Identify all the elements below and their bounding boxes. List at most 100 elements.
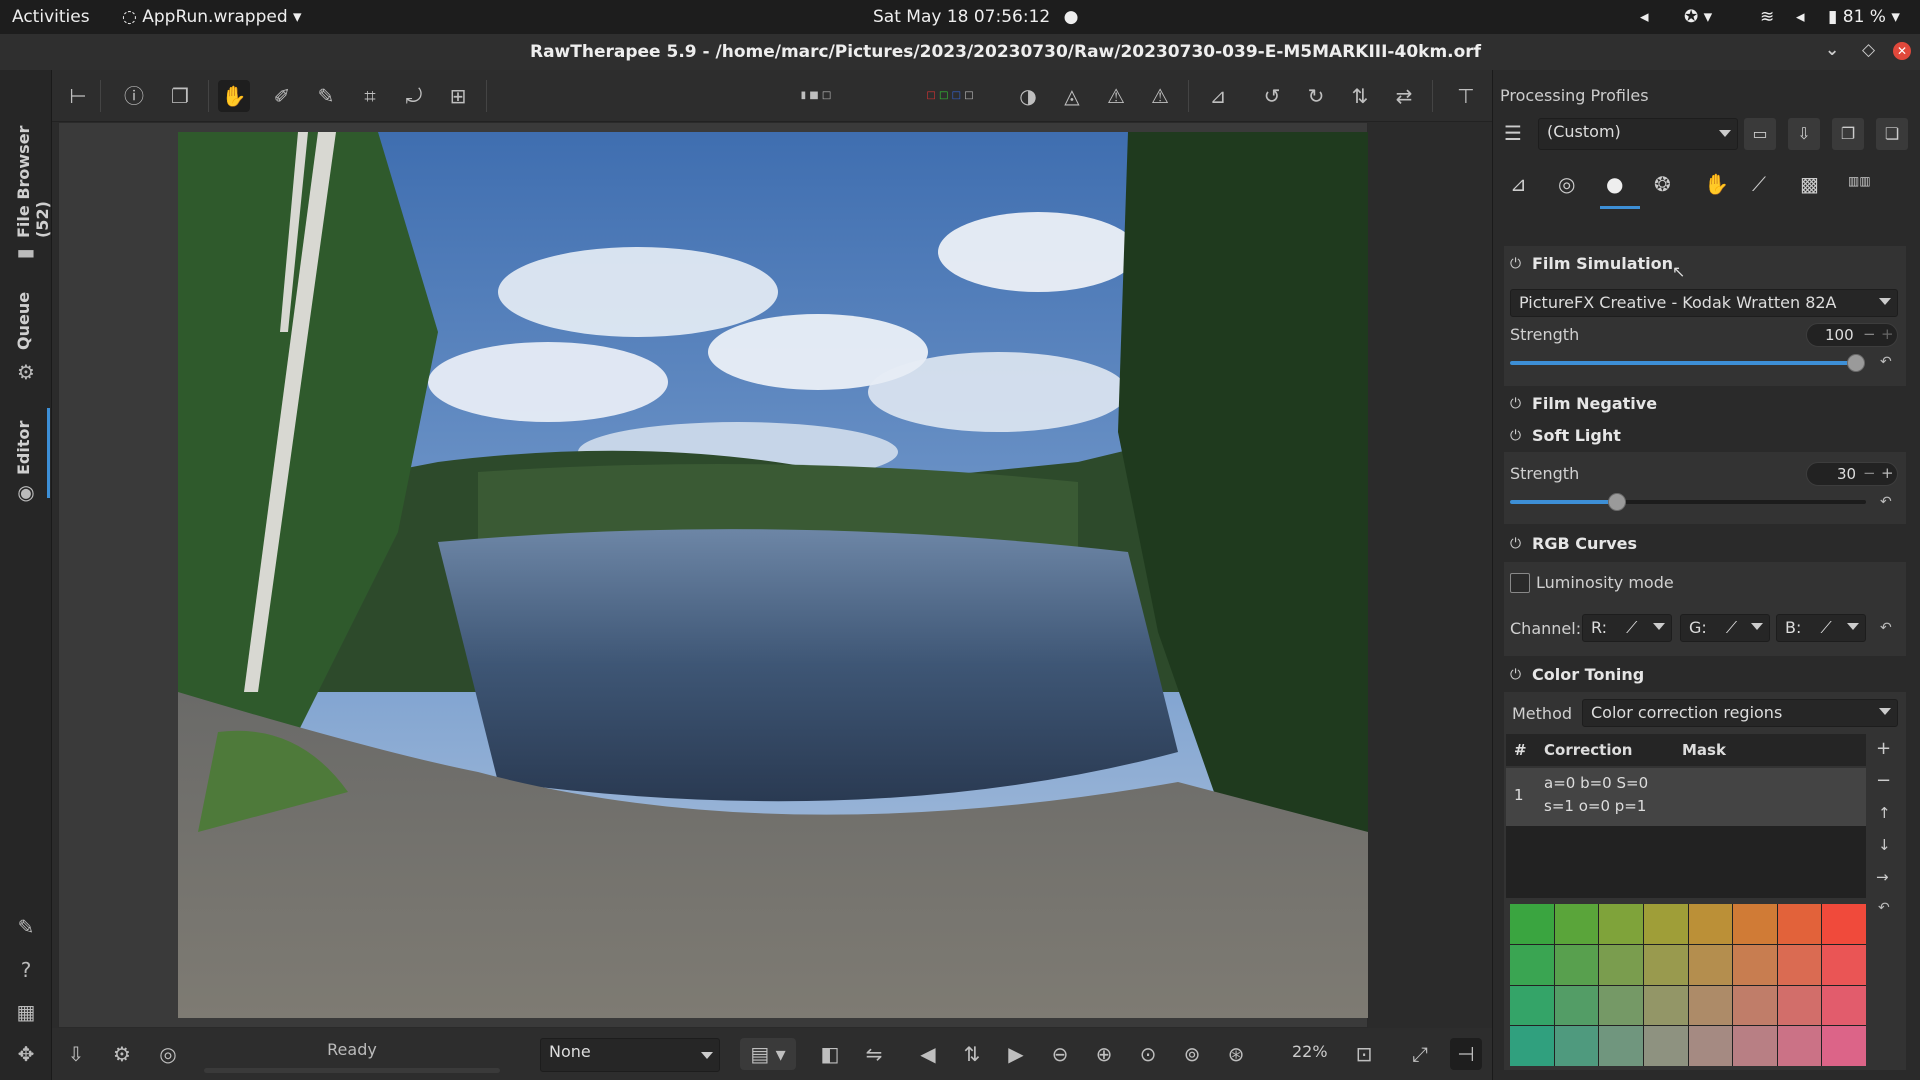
background-color-button[interactable]: ▤ ▾ [740, 1038, 796, 1070]
accessibility-icon[interactable]: ✪ ▾ [1684, 7, 1712, 27]
send-to-queue-icon[interactable]: ⚙ [106, 1038, 138, 1070]
table-row[interactable]: 1 a=0 b=0 S=0 s=1 o=0 p=1 [1506, 768, 1866, 826]
pin-toolbar-icon[interactable]: ⊤ [1450, 80, 1482, 112]
add-region-icon[interactable]: + [1876, 738, 1891, 759]
minimize-icon[interactable]: ⌄ [1825, 40, 1839, 60]
film-negative-title[interactable]: Film Negative [1532, 394, 1657, 413]
move-icon[interactable]: ✥ [14, 1042, 38, 1066]
film-simulation-select[interactable]: PictureFX Creative - Kodak Wratten 82A [1510, 289, 1898, 317]
film-simulation-strength-handle[interactable] [1847, 354, 1865, 372]
volume-icon[interactable]: ◂ [1796, 7, 1805, 27]
film-simulation-title[interactable]: Film Simulation [1532, 254, 1673, 273]
white-balance-picker-icon[interactable]: ✐ [266, 80, 298, 112]
fullscreen-icon[interactable]: ⤢ [1404, 1038, 1436, 1070]
power-icon[interactable]: ⏻ [1510, 256, 1521, 272]
reset-icon[interactable]: ↶ [1878, 900, 1890, 916]
zoom-in-icon[interactable]: ⊕ [1088, 1038, 1120, 1070]
reset-icon[interactable]: ↶ [1880, 620, 1892, 636]
red-curve-button[interactable]: R: ⟋ [1582, 614, 1672, 642]
profile-select[interactable]: (Custom) [1538, 118, 1738, 150]
green-curve-button[interactable]: G: ⟋ [1680, 614, 1770, 642]
preview-mode-icons[interactable]: ▮ ■ □ □ [800, 80, 832, 133]
copy-profile-icon[interactable]: ❐ [1832, 118, 1864, 150]
new-detail-window-icon[interactable]: ⊡ [1348, 1038, 1380, 1070]
maximize-icon[interactable]: ◇ [1862, 40, 1875, 60]
straighten-icon[interactable]: ⤾ [398, 80, 430, 112]
film-simulation-strength-slider[interactable] [1510, 361, 1856, 365]
speaker-icon[interactable]: ◂ [1640, 7, 1649, 27]
minus-icon[interactable]: − [1863, 325, 1876, 343]
copy-region-icon[interactable]: → [1876, 868, 1889, 886]
tab-raw-icon[interactable]: ▩ [1800, 172, 1819, 196]
reset-icon[interactable]: ↶ [1880, 354, 1892, 370]
remove-region-icon[interactable]: − [1876, 770, 1891, 791]
sync-icon[interactable]: ⇋ [858, 1038, 890, 1070]
soft-light-strength-handle[interactable] [1607, 493, 1626, 511]
battery-indicator[interactable]: ▮ 81 % ▾ [1828, 7, 1900, 27]
open-profile-icon[interactable]: ▭ [1744, 118, 1776, 150]
tab-editor[interactable]: Editor [14, 415, 33, 475]
color-grid-editor[interactable] [1510, 904, 1866, 1066]
snapshot-select[interactable]: None [540, 1038, 720, 1072]
info-icon[interactable]: ⓘ [118, 80, 150, 112]
luminosity-mode-checkbox[interactable] [1510, 573, 1530, 593]
zoom-fit-crop-icon[interactable]: ⊚ [1176, 1038, 1208, 1070]
crop-icon[interactable]: ⌗ [354, 80, 386, 112]
folder-icon[interactable]: ▬ [14, 240, 38, 264]
color-toning-title[interactable]: Color Toning [1532, 665, 1644, 684]
tab-exposure-icon[interactable]: ⊿ [1510, 172, 1527, 196]
tab-local-adjustments-icon[interactable]: ✋ [1704, 172, 1729, 196]
flip-vertical-icon[interactable]: ⇅ [1344, 80, 1376, 112]
histogram-icon[interactable]: ⊿ [1202, 80, 1234, 112]
blue-curve-button[interactable]: B: ⟋ [1776, 614, 1866, 642]
aperture-icon[interactable]: ◉ [14, 480, 38, 504]
wifi-icon[interactable]: ≋ [1760, 7, 1774, 27]
help-icon[interactable]: ? [14, 958, 38, 982]
tab-color-icon[interactable]: ● [1606, 172, 1623, 196]
clock[interactable]: Sat May 18 07:56:12 ● [873, 7, 1078, 27]
pen-star-icon[interactable]: ✎ [14, 915, 38, 939]
tab-file-browser[interactable]: File Browser (52) [14, 88, 52, 238]
power-icon[interactable]: ⏻ [1510, 428, 1521, 444]
plus-icon[interactable]: + [1881, 325, 1894, 343]
tab-advanced-icon[interactable]: ❂ [1654, 172, 1671, 196]
photo-preview[interactable] [178, 132, 1368, 1018]
flip-horizontal-icon[interactable]: ⇄ [1388, 80, 1420, 112]
rotate-left-icon[interactable]: ↺ [1256, 80, 1288, 112]
soft-light-strength-spinner[interactable]: 30 − + [1806, 462, 1898, 486]
panel-toggle-icon[interactable]: ⊢ [62, 80, 94, 112]
save-profile-icon[interactable]: ⇩ [1788, 118, 1820, 150]
move-down-icon[interactable]: ↓ [1878, 836, 1891, 854]
shadow-clipping-icon[interactable]: ◬ [1056, 80, 1088, 112]
zoom-100-icon[interactable]: ⊛ [1220, 1038, 1252, 1070]
panel-toggle-icon[interactable]: ⊣ [1450, 1038, 1482, 1070]
arrow-left-icon[interactable]: ◀ [912, 1038, 944, 1070]
before-after-icon[interactable]: ❐ [164, 80, 196, 112]
minus-icon[interactable]: − [1863, 464, 1876, 482]
previous-image-icon[interactable]: ◧ [814, 1038, 846, 1070]
plus-icon[interactable]: + [1881, 464, 1894, 482]
channel-preview-icons[interactable]: □ □ □ □ [910, 80, 990, 112]
hand-tool-icon[interactable]: ✋ [218, 80, 250, 112]
ruler-icon[interactable]: ▦ [14, 1000, 38, 1024]
soft-light-title[interactable]: Soft Light [1532, 426, 1621, 445]
reset-icon[interactable]: ↶ [1880, 494, 1892, 510]
arrow-right-icon[interactable]: ▶ [1000, 1038, 1032, 1070]
color-picker-icon[interactable]: ✎ [310, 80, 342, 112]
save-image-icon[interactable]: ⇩ [60, 1038, 92, 1070]
paste-profile-icon[interactable]: ❏ [1876, 118, 1908, 150]
close-icon[interactable]: ✕ [1893, 42, 1911, 60]
tab-metadata-icon[interactable]: ▥▥ [1848, 174, 1871, 188]
tab-queue[interactable]: Queue [14, 290, 33, 350]
method-select[interactable]: Color correction regions [1582, 699, 1898, 727]
power-icon[interactable]: ⏻ [1510, 536, 1521, 552]
app-menu[interactable]: ◌ AppRun.wrapped ▾ [122, 7, 302, 27]
activities-button[interactable]: Activities [12, 7, 90, 27]
highlight-warning-icon[interactable]: ⚠ [1100, 80, 1132, 112]
external-editor-icon[interactable]: ◎ [152, 1038, 184, 1070]
profile-list-icon[interactable]: ☰ [1496, 116, 1530, 150]
power-icon[interactable]: ⏻ [1510, 396, 1521, 412]
rgb-curves-title[interactable]: RGB Curves [1532, 534, 1637, 553]
move-up-icon[interactable]: ↑ [1878, 804, 1891, 822]
power-icon[interactable]: ⏻ [1510, 667, 1521, 683]
